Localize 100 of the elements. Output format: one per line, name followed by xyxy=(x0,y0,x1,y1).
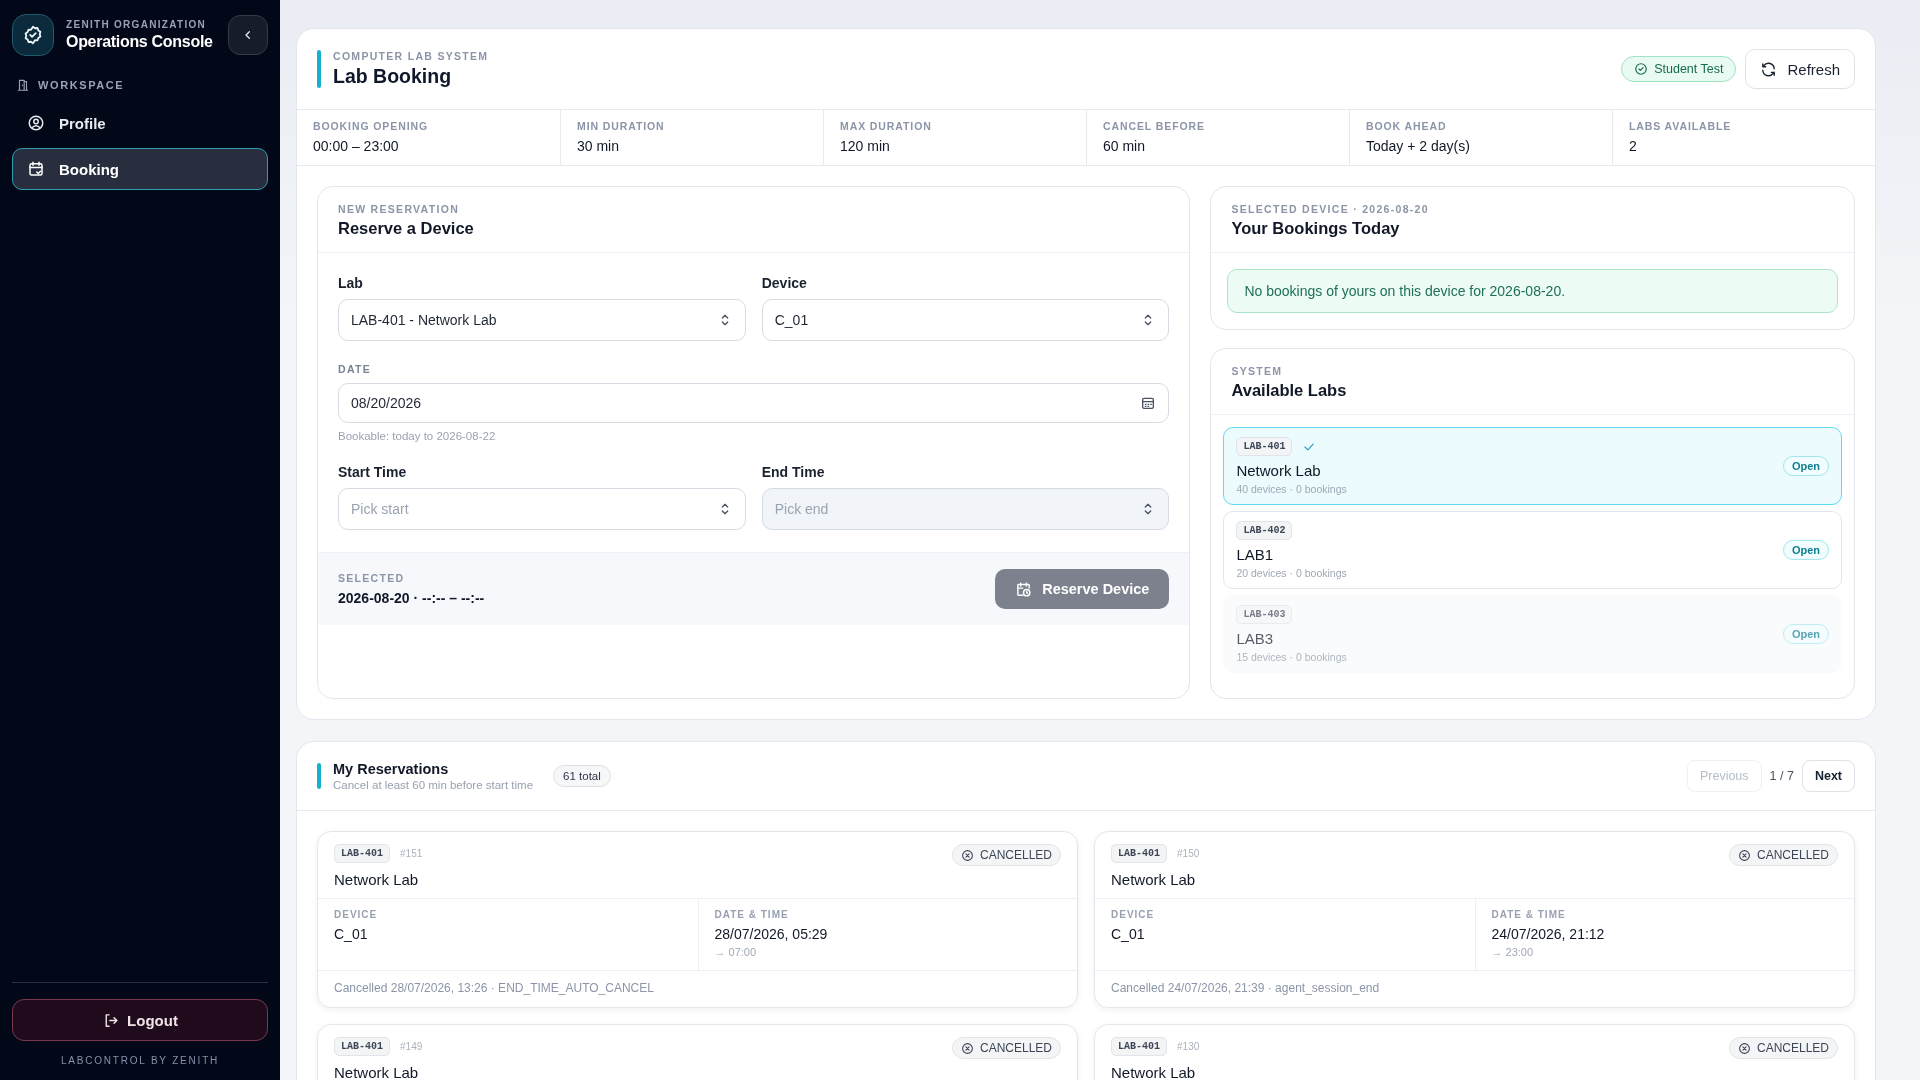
stat-label: BOOKING OPENING xyxy=(313,120,429,132)
calendar-clock-icon xyxy=(1015,580,1033,598)
status-badge: CANCELLED xyxy=(951,844,1061,866)
field-label: Lab xyxy=(338,275,364,291)
empty-message: No bookings of yours on this device for 2026-08-20. xyxy=(1227,269,1838,313)
lab-meta: 40 devices · 0 bookings xyxy=(1236,483,1347,495)
x-circle-icon xyxy=(1737,848,1751,862)
door-icon xyxy=(16,78,30,92)
next-button[interactable]: Next xyxy=(1801,760,1855,792)
selection-label: SELECTED xyxy=(338,572,406,584)
panel-title: Available Labs xyxy=(1231,381,1348,400)
lab-name: LAB3 xyxy=(1236,630,1275,647)
status-badge: Open xyxy=(1782,456,1829,476)
lab-code: LAB-401 xyxy=(334,1037,390,1056)
field-label: DATE xyxy=(338,363,372,375)
cancellation-note: Cancelled 24/07/2026, 21:39 · agent_session_end xyxy=(1110,980,1381,997)
stat-label: LABS AVAILABLE xyxy=(1629,120,1733,132)
x-circle-icon xyxy=(1737,1041,1751,1055)
lab-name: Network Lab xyxy=(334,1064,420,1080)
status-badge: CANCELLED xyxy=(951,1037,1061,1059)
lab-item[interactable]: LAB-401 Network Lab 40 devices · 0 bookings Open xyxy=(1223,427,1842,505)
detail-label: DEVICE xyxy=(1111,909,1156,920)
panel-title: Your Bookings Today xyxy=(1231,219,1401,238)
nav-item[interactable]: Booking xyxy=(12,148,268,190)
lab-meta: 20 devices · 0 bookings xyxy=(1236,567,1347,579)
dropdown-field[interactable]: LAB-401 - Network Lab xyxy=(338,299,746,341)
status-badge: Open xyxy=(1782,540,1829,560)
shield-check-icon xyxy=(22,24,44,46)
calendar-icon xyxy=(27,160,45,178)
page-title: Lab Booking xyxy=(333,65,453,88)
status-badge: CANCELLED xyxy=(1728,844,1838,866)
date-time: 24/07/2026, 21:12 xyxy=(1491,926,1606,942)
field-label: End Time xyxy=(761,464,826,480)
end-time: → 07:00 xyxy=(714,946,758,958)
collapse-sidebar-button[interactable] xyxy=(227,15,268,55)
section-subtitle: Cancel at least 60 min before start time xyxy=(333,779,534,791)
stat-value: 30 min xyxy=(577,138,621,154)
role-badge: Student Test xyxy=(1621,56,1737,82)
refresh-icon xyxy=(1760,60,1778,78)
lab-name: Network Lab xyxy=(334,871,420,888)
total-count: 61 total xyxy=(553,765,611,787)
lab-code: LAB-401 xyxy=(1236,437,1293,456)
calendar-icon xyxy=(1140,395,1157,411)
detail-label: DATE & TIME xyxy=(1491,909,1567,920)
stat-label: MIN DURATION xyxy=(577,120,666,132)
lab-code: LAB-402 xyxy=(1236,521,1293,540)
panel-eyebrow: SELECTED DEVICE · 2026-08-20 xyxy=(1231,203,1430,215)
section-title: My Reservations xyxy=(333,761,450,777)
lab-name: Network Lab xyxy=(1236,462,1322,479)
stat-value: 00:00 – 23:00 xyxy=(313,138,400,154)
device-name: C_01 xyxy=(1111,926,1146,942)
logout-button[interactable]: Logout xyxy=(12,999,268,1041)
end-time: → 23:00 xyxy=(1491,946,1535,958)
stat-label: BOOK AHEAD xyxy=(1366,120,1448,132)
refresh-button[interactable]: Refresh xyxy=(1745,49,1855,89)
app-title: Operations Console xyxy=(66,33,214,51)
detail-label: DATE & TIME xyxy=(714,909,790,920)
x-circle-icon xyxy=(960,1041,974,1055)
lab-name: Network Lab xyxy=(1111,871,1197,888)
page-indicator: 1 / 7 xyxy=(1769,769,1794,783)
field-label: Start Time xyxy=(338,464,408,480)
detail-label: DEVICE xyxy=(334,909,379,920)
reservation-number: #151 xyxy=(400,848,423,859)
page-eyebrow: COMPUTER LAB SYSTEM xyxy=(333,50,489,62)
user-icon xyxy=(27,114,45,132)
stat-value: 2 xyxy=(1629,138,1638,154)
reservation-number: #150 xyxy=(1177,848,1200,859)
nav-item[interactable]: Profile xyxy=(12,102,268,144)
lab-code: LAB-403 xyxy=(1236,605,1293,624)
cancellation-note: Cancelled 28/07/2026, 13:26 · END_TIME_AUTO_CANCEL xyxy=(333,980,655,997)
lab-name: LAB1 xyxy=(1236,546,1275,563)
reservation-number: #149 xyxy=(400,1041,423,1052)
lab-code: LAB-401 xyxy=(1111,844,1167,863)
stat-value: 60 min xyxy=(1103,138,1147,154)
stat-value: Today + 2 day(s) xyxy=(1366,138,1471,154)
stat-label: MAX DURATION xyxy=(840,120,933,132)
check-circle-icon xyxy=(1634,62,1649,76)
panel-eyebrow: NEW RESERVATION xyxy=(338,203,460,215)
lab-code: LAB-401 xyxy=(334,844,390,863)
field-label: Device xyxy=(761,275,808,291)
panel-eyebrow: SYSTEM xyxy=(1231,365,1284,377)
x-circle-icon xyxy=(960,848,974,862)
lab-code: LAB-401 xyxy=(1111,1037,1167,1056)
footer-text: LABCONTROL BY ZENITH xyxy=(59,1055,221,1066)
lab-meta: 15 devices · 0 bookings xyxy=(1236,651,1347,663)
field-hint: Bookable: today to 2026-08-22 xyxy=(338,430,497,442)
device-name: C_01 xyxy=(334,926,369,942)
panel-title: Reserve a Device xyxy=(338,219,475,238)
selection-value: 2026-08-20 · --:-- – --:-- xyxy=(338,590,485,606)
status-badge: CANCELLED xyxy=(1728,1037,1838,1059)
reservation-number: #130 xyxy=(1177,1041,1200,1052)
status-badge: Open xyxy=(1782,624,1829,644)
lab-name: Network Lab xyxy=(1111,1064,1197,1080)
date-field[interactable]: 08/20/2026 xyxy=(338,383,1170,423)
stat-value: 120 min xyxy=(840,138,891,154)
date-time: 28/07/2026, 05:29 xyxy=(714,926,829,942)
section-label: WORKSPACE xyxy=(38,79,125,91)
organization-name: ZENITH ORGANIZATION xyxy=(66,19,208,30)
lab-item[interactable]: LAB-402 LAB1 20 devices · 0 bookings Open xyxy=(1223,511,1842,589)
dropdown-field[interactable]: C_01 xyxy=(761,299,1170,341)
